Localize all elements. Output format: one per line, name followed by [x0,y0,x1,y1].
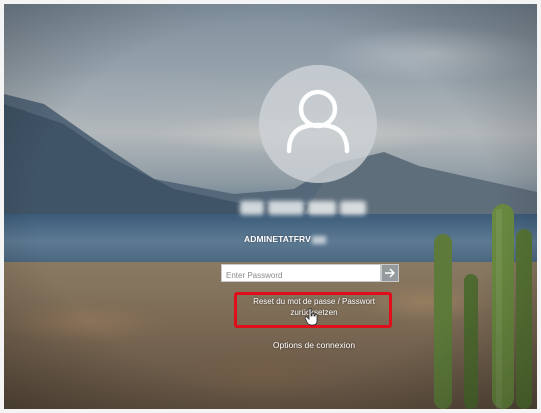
sign-in-options-link[interactable]: Options de connexion [254,340,374,350]
arrow-right-icon [385,268,395,278]
submit-button[interactable] [381,264,399,282]
user-icon [286,89,350,154]
hand-pointer-icon [305,308,318,326]
user-display-name-redacted [240,196,390,220]
redaction-smudge [311,235,326,244]
password-input[interactable] [222,267,380,284]
account-name-text: ADMINETATFRV [244,234,311,244]
cactus [434,204,532,409]
password-field[interactable] [221,264,381,284]
account-name: ADMINETATFRV [244,234,394,244]
user-avatar [259,65,377,183]
